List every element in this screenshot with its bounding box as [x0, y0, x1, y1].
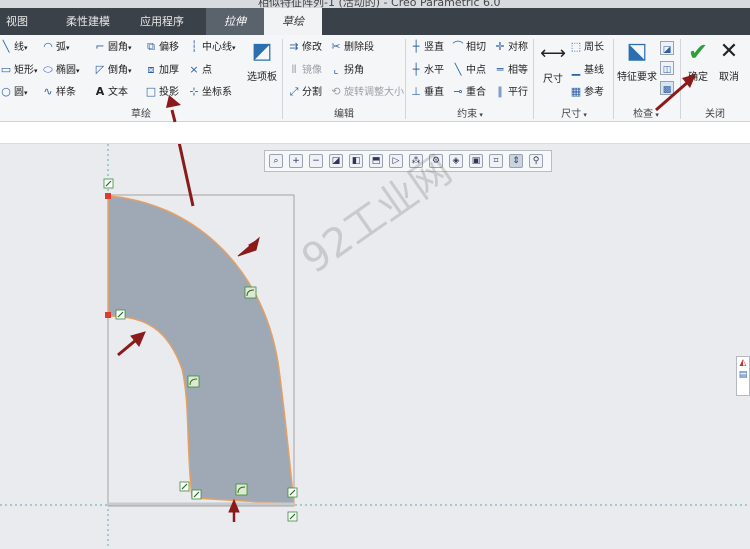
zoom-out-icon[interactable]: −: [309, 154, 323, 168]
zoom-in-icon[interactable]: +: [289, 154, 303, 168]
triangle-icon: ◭: [739, 358, 747, 368]
vertex-marker: [105, 193, 111, 199]
display-style-icon[interactable]: ◧: [349, 154, 363, 168]
saved-orientations-icon[interactable]: ⬒: [369, 154, 383, 168]
constraint-display-icon[interactable]: ⚲: [529, 154, 543, 168]
refit-icon[interactable]: ⌕: [269, 154, 283, 168]
spin-center-icon[interactable]: ◈: [449, 154, 463, 168]
folder-icon: ▤: [738, 370, 748, 380]
side-panel-toggle[interactable]: ◭ ▤: [736, 356, 750, 396]
sketch-view-icon[interactable]: ⌗: [489, 154, 503, 168]
perspective-icon[interactable]: ▣: [469, 154, 483, 168]
vertex-marker: [105, 312, 111, 318]
sketcher-display-icon[interactable]: ⇕: [509, 154, 523, 168]
sketch-region: [107, 195, 295, 505]
annotation-arrow-overlay: [166, 74, 696, 123]
repaint-icon[interactable]: ◪: [329, 154, 343, 168]
